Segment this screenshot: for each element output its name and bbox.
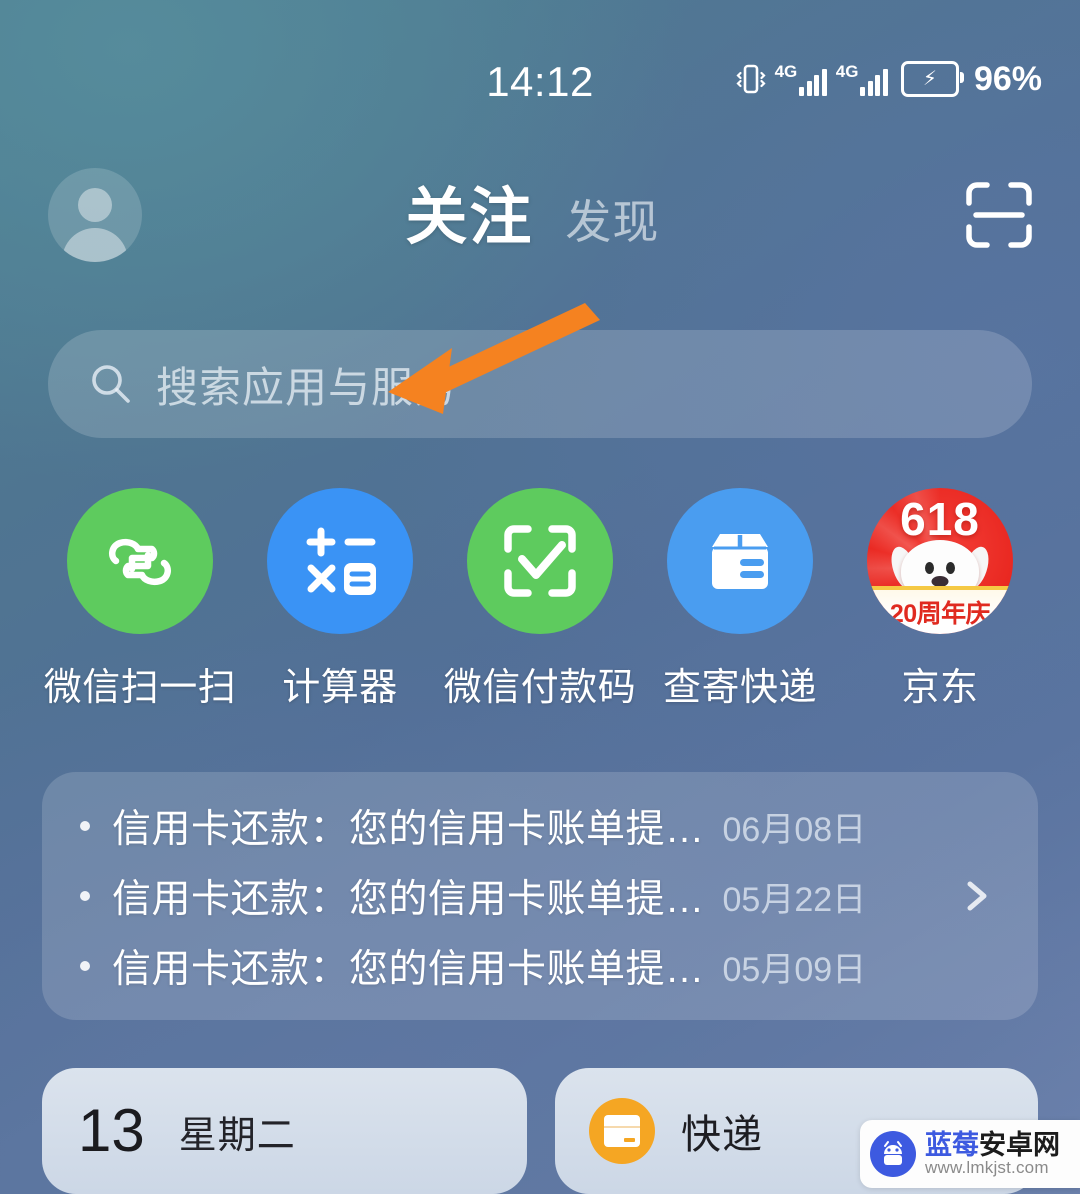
list-item[interactable]: 信用卡还款：您的信用卡账单提… 05月09日	[42, 931, 972, 1001]
calendar-weekday-label: 星期二	[178, 1114, 296, 1157]
shortcut-row: 微信扫一扫 计算器 微信付款码 查寄快递 618 20周年庆 京东	[40, 488, 1040, 711]
jd-618-icon: 618 20周年庆	[867, 488, 1013, 634]
wechat-scan-icon	[67, 488, 213, 634]
avatar[interactable]	[48, 168, 142, 262]
chevron-right-icon[interactable]	[954, 874, 998, 918]
bullet-icon	[80, 961, 90, 971]
jd-anniversary-label: 20周年庆	[889, 600, 991, 628]
calendar-widget[interactable]: 13 星期二	[42, 1068, 527, 1194]
watermark-site-name: 蓝莓安卓网	[925, 1131, 1060, 1159]
vibrate-icon	[736, 64, 766, 94]
signal-indicator-sim2: 4G	[836, 63, 888, 96]
tab-follow[interactable]: 关注	[405, 166, 533, 256]
calculator-icon	[267, 488, 413, 634]
calendar-day-number: 13	[78, 1097, 145, 1164]
notification-card[interactable]: 信用卡还款：您的信用卡账单提… 06月08日 信用卡还款：您的信用卡账单提… 0…	[42, 772, 1038, 1020]
notification-text: 信用卡还款：您的信用卡账单提…	[112, 808, 705, 851]
page-header: 关注 发现	[0, 160, 1080, 270]
status-time: 14:12	[486, 58, 594, 105]
site-watermark: 蓝莓安卓网 www.lmkjst.com	[860, 1120, 1080, 1188]
shortcut-label: 查寄快递	[662, 667, 817, 709]
jd-dog-eye-right	[946, 562, 955, 574]
shortcut-label: 微信付款码	[443, 667, 637, 709]
wechat-payment-code-icon	[467, 488, 613, 634]
signal-indicator-sim1: 4G	[775, 63, 827, 96]
shortcut-label: 微信扫一扫	[43, 667, 237, 709]
bullet-icon	[80, 821, 90, 831]
list-item[interactable]: 信用卡还款：您的信用卡账单提… 05月22日	[42, 861, 972, 931]
shortcut-label: 京东	[901, 667, 979, 709]
network-type-label-2: 4G	[835, 61, 859, 81]
avatar-head-shape	[78, 188, 112, 222]
list-item[interactable]: 信用卡还款：您的信用卡账单提… 06月08日	[42, 791, 972, 861]
watermark-text: 蓝莓安卓网 www.lmkjst.com	[925, 1131, 1060, 1177]
shortcut-check-express[interactable]: 查寄快递	[640, 488, 840, 711]
shortcut-wechat-payment-code[interactable]: 微信付款码	[440, 488, 640, 711]
shortcut-jd[interactable]: 618 20周年庆 京东	[840, 488, 1040, 711]
battery-percent-label: 96%	[973, 59, 1042, 98]
network-type-label-1: 4G	[774, 61, 798, 81]
notification-text: 信用卡还款：您的信用卡账单提…	[112, 878, 705, 921]
avatar-body-shape	[62, 228, 128, 262]
jd-618-label: 618	[900, 493, 980, 545]
bullet-icon	[80, 891, 90, 901]
shortcut-wechat-scan[interactable]: 微信扫一扫	[40, 488, 240, 711]
notification-date: 06月08日	[722, 810, 867, 849]
jd-anniversary-banner: 20周年庆	[867, 586, 1013, 634]
notification-date: 05月22日	[722, 880, 867, 919]
notification-text: 信用卡还款：您的信用卡账单提…	[112, 948, 705, 991]
express-widget-label: 快递	[681, 1113, 763, 1157]
jd-dog-eye-left	[925, 562, 934, 574]
watermark-name-part2: 安卓网	[979, 1129, 1060, 1160]
scan-button[interactable]	[960, 176, 1038, 254]
search-icon	[92, 365, 130, 403]
search-bar[interactable]: 搜索应用与服务	[48, 330, 1032, 438]
status-bar: 14:12 4G 4G ⚡ 96%	[0, 0, 1080, 120]
signal-bars-1	[799, 68, 827, 96]
package-box-icon	[667, 488, 813, 634]
tab-bar: 关注 发现	[405, 166, 659, 256]
status-indicators: 4G 4G ⚡ 96%	[736, 56, 1042, 102]
search-input[interactable]: 搜索应用与服务	[156, 354, 457, 415]
watermark-url: www.lmkjst.com	[925, 1158, 1049, 1178]
watermark-name-part1: 蓝莓	[925, 1129, 979, 1160]
shortcut-label: 计算器	[282, 667, 398, 709]
phone-home-screen: 14:12 4G 4G ⚡ 96% 关注 发现 搜索应用与服务 微信扫一扫 计算…	[0, 0, 1080, 1194]
express-box-icon	[589, 1098, 655, 1164]
tab-discover[interactable]: 发现	[565, 186, 659, 252]
notification-list: 信用卡还款：您的信用卡账单提… 06月08日 信用卡还款：您的信用卡账单提… 0…	[42, 772, 972, 1020]
shortcut-calculator[interactable]: 计算器	[240, 488, 440, 711]
battery-charging-icon: ⚡	[900, 61, 964, 97]
android-robot-icon	[870, 1131, 916, 1177]
notification-date: 05月09日	[722, 950, 867, 989]
scan-icon	[966, 182, 1032, 248]
signal-bars-2	[860, 68, 888, 96]
express-box-shape	[604, 1115, 640, 1147]
